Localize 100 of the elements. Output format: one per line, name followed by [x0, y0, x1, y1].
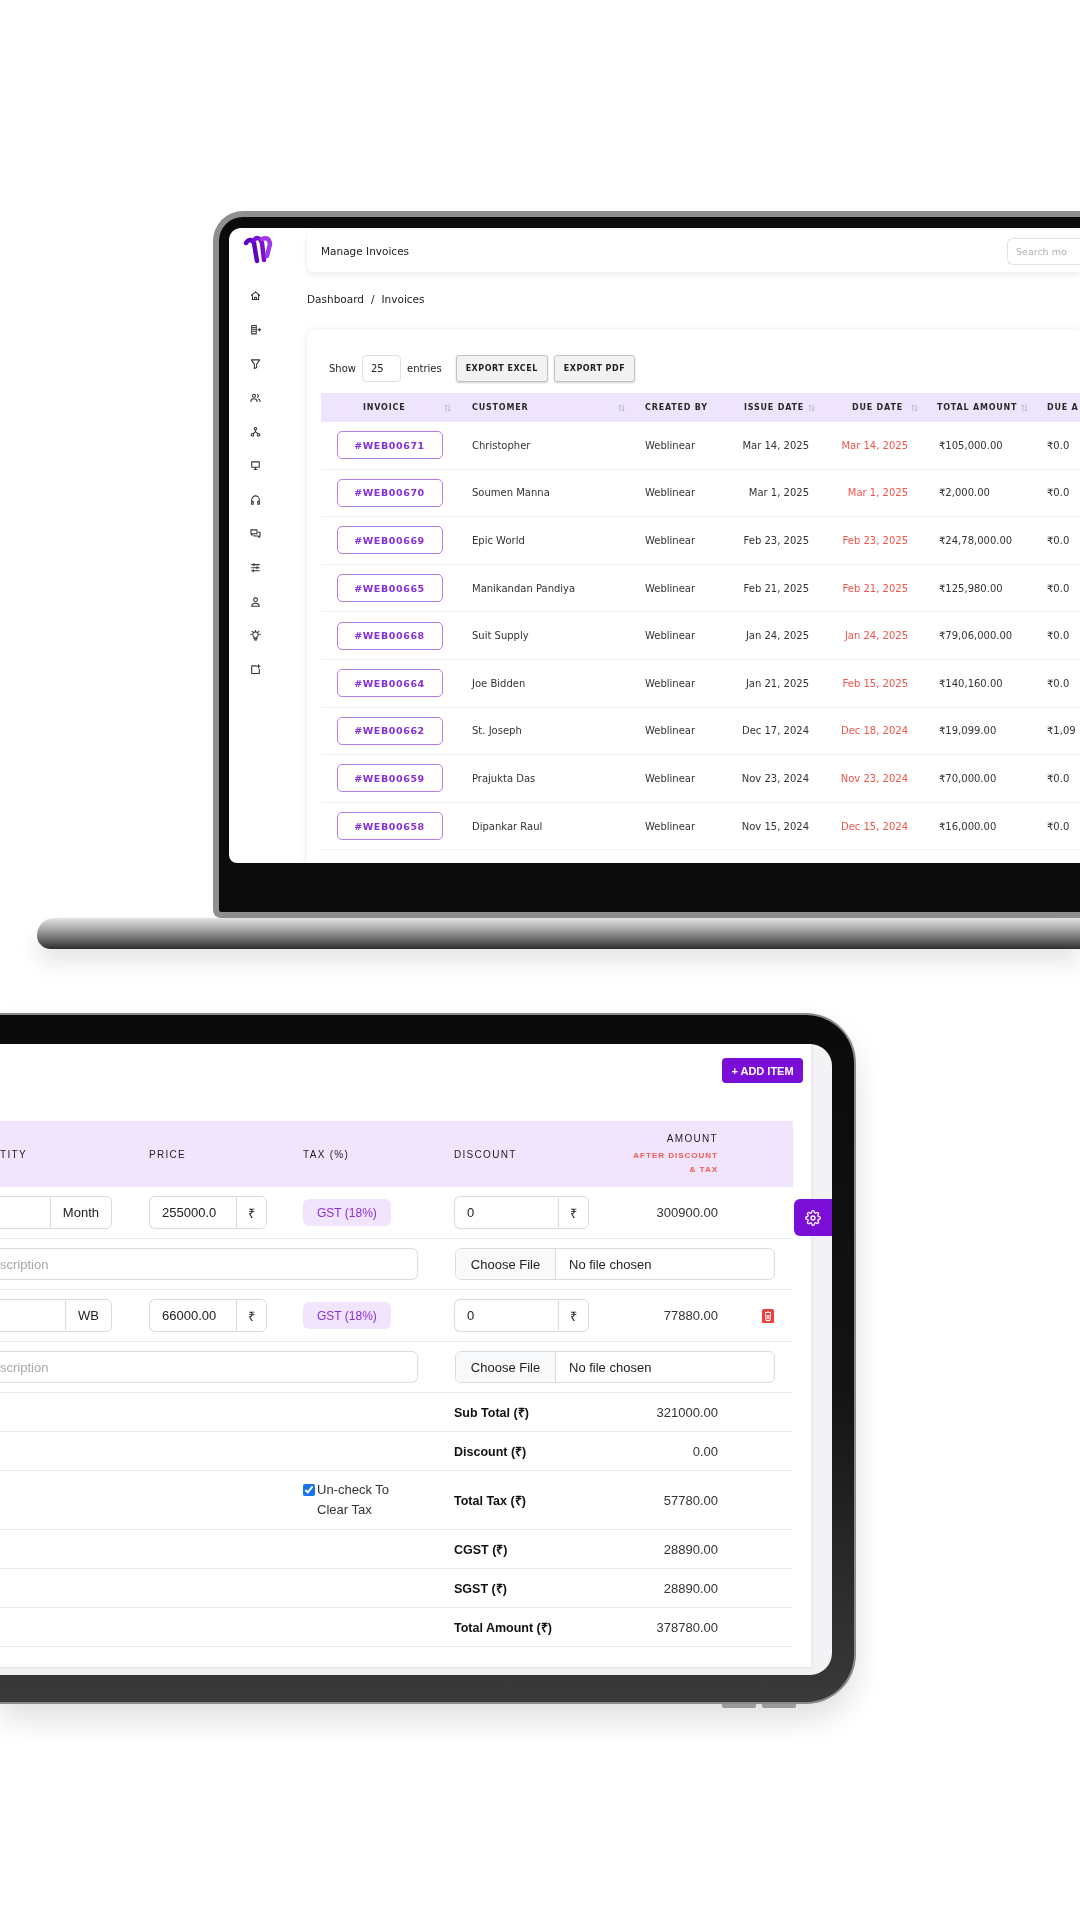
- invoice-link[interactable]: #WEB00665: [336, 574, 443, 603]
- file-status: No file chosen: [569, 1358, 652, 1377]
- column-header[interactable]: INVOICE: [321, 393, 458, 422]
- summary-value: 28890.00: [663, 1580, 718, 1596]
- due-amount: ₹0.0: [1047, 630, 1070, 642]
- choose-file-button[interactable]: Choose File: [456, 1352, 556, 1382]
- total-amount: ₹2,000.00: [939, 487, 990, 499]
- summary-value: 57780.00: [663, 1492, 718, 1508]
- customer-name: Epic World: [472, 535, 525, 546]
- file-input[interactable]: Choose File No file chosen: [455, 1248, 775, 1280]
- invoice-link[interactable]: #WEB00671: [336, 431, 443, 460]
- column-header[interactable]: CUSTOMER: [458, 393, 632, 422]
- creator-name: Weblinear: [645, 677, 696, 689]
- creator-name: Weblinear: [645, 772, 696, 784]
- file-input[interactable]: Choose File No file chosen: [455, 1351, 775, 1383]
- column-header[interactable]: ISSUE DATE: [725, 393, 822, 422]
- network-icon[interactable]: [249, 425, 261, 437]
- settings-icon[interactable]: [805, 1209, 821, 1226]
- due-date: Mar 14, 2025: [841, 439, 908, 451]
- creator-name: Weblinear: [645, 582, 696, 594]
- column-header: DUE A: [1046, 402, 1080, 414]
- invoice-link[interactable]: #WEB00659: [336, 764, 443, 793]
- due-date: Feb 23, 2025: [842, 535, 908, 546]
- total-amount: ₹19,099.00: [939, 725, 997, 737]
- users-icon[interactable]: [249, 391, 261, 403]
- export-button[interactable]: EXPORT PDF: [553, 355, 636, 382]
- column-header: AMOUNT: [666, 1131, 718, 1146]
- logo-icon[interactable]: [243, 234, 273, 264]
- file-status: No file chosen: [569, 1255, 652, 1274]
- total-amount: ₹24,78,000.00: [939, 535, 1013, 546]
- discount-input[interactable]: 0: [454, 1196, 558, 1229]
- currency-addon: ₹: [558, 1299, 589, 1332]
- due-date: Dec 18, 2024: [840, 725, 908, 737]
- document-arrow-icon[interactable]: [249, 323, 261, 335]
- entries-label: Show: [329, 363, 356, 374]
- price-input[interactable]: 66000.00: [149, 1299, 236, 1332]
- due-date: Mar 1, 2025: [847, 487, 908, 499]
- home-icon[interactable]: [249, 289, 261, 301]
- breadcrumb-link[interactable]: Dashboard: [307, 292, 364, 306]
- currency-addon: ₹: [236, 1196, 267, 1229]
- unit-addon: WB: [65, 1299, 112, 1332]
- creator-name: Weblinear: [645, 439, 696, 451]
- price-input[interactable]: 255000.0: [149, 1196, 236, 1229]
- due-date: Jan 24, 2025: [844, 630, 908, 642]
- summary-label: Total Amount (₹): [454, 1619, 552, 1636]
- add-item-button[interactable]: + ADD ITEM: [722, 1058, 803, 1083]
- column-header[interactable]: DUE DATE: [822, 393, 925, 422]
- invoice-link[interactable]: #WEB00658: [336, 812, 443, 841]
- chat-icon[interactable]: [249, 527, 261, 539]
- due-amount: ₹0.0: [1047, 535, 1070, 546]
- breadcrumb-separator: /: [370, 292, 375, 306]
- tax-badge: GST (18%): [303, 1199, 391, 1226]
- invoice-link[interactable]: #WEB00662: [336, 716, 443, 745]
- monitor-icon[interactable]: [249, 459, 261, 471]
- breadcrumb-link[interactable]: Invoices: [381, 292, 425, 306]
- lightbulb-icon[interactable]: [249, 629, 261, 641]
- hardware-key: [762, 1704, 796, 1708]
- due-amount: ₹0.0: [1047, 820, 1070, 832]
- page-title: Manage Invoices: [321, 245, 410, 257]
- discount-input[interactable]: 0: [454, 1299, 558, 1332]
- summary-value: 378780.00: [656, 1619, 718, 1635]
- headphones-icon[interactable]: [249, 493, 261, 505]
- currency-addon: ₹: [236, 1299, 267, 1332]
- column-header: CREATED BY: [644, 402, 709, 414]
- issue-date: Nov 15, 2024: [741, 820, 809, 832]
- column-header: TITY: [0, 1148, 27, 1160]
- column-header: PRICE: [149, 1148, 187, 1160]
- delete-icon[interactable]: [762, 1308, 774, 1323]
- filter-icon[interactable]: [249, 357, 261, 369]
- entries-field[interactable]: 25: [362, 355, 401, 382]
- square-plus-icon[interactable]: [249, 663, 261, 675]
- creator-name: Weblinear: [645, 630, 696, 642]
- export-button[interactable]: EXPORT EXCEL: [455, 355, 548, 382]
- invoice-link[interactable]: #WEB00669: [336, 526, 443, 555]
- customer-name: Joe Bidden: [472, 677, 526, 689]
- customer-name: Prajukta Das: [472, 772, 536, 784]
- user-icon[interactable]: [249, 595, 261, 607]
- choose-file-button[interactable]: Choose File: [456, 1249, 556, 1279]
- column-header[interactable]: TOTAL AMOUNT: [925, 393, 1035, 422]
- customer-name: Christopher: [472, 439, 531, 451]
- search-field[interactable]: Search mo: [1007, 237, 1080, 265]
- settings-button[interactable]: [794, 1199, 832, 1236]
- summary-value: 0.00: [692, 1443, 718, 1459]
- issue-date: Nov 23, 2024: [741, 772, 809, 784]
- quantity-input[interactable]: [0, 1196, 50, 1229]
- due-date: Nov 23, 2024: [840, 772, 908, 784]
- summary-label: CGST (₹): [454, 1541, 508, 1558]
- total-amount: ₹16,000.00: [939, 820, 997, 832]
- description-input[interactable]: scription: [0, 1248, 418, 1280]
- total-amount: ₹79,06,000.00: [939, 630, 1013, 642]
- description-input[interactable]: scription: [0, 1351, 418, 1383]
- creator-name: Weblinear: [645, 820, 696, 832]
- quantity-input[interactable]: [0, 1299, 66, 1332]
- invoice-link[interactable]: #WEB00670: [336, 478, 443, 507]
- issue-date: Dec 17, 2024: [741, 725, 809, 737]
- tax-checkbox[interactable]: [303, 1484, 315, 1496]
- issue-date: Mar 14, 2025: [742, 439, 809, 451]
- invoice-link[interactable]: #WEB00664: [336, 669, 443, 698]
- invoice-link[interactable]: #WEB00668: [336, 621, 443, 650]
- sliders-icon[interactable]: [249, 561, 261, 573]
